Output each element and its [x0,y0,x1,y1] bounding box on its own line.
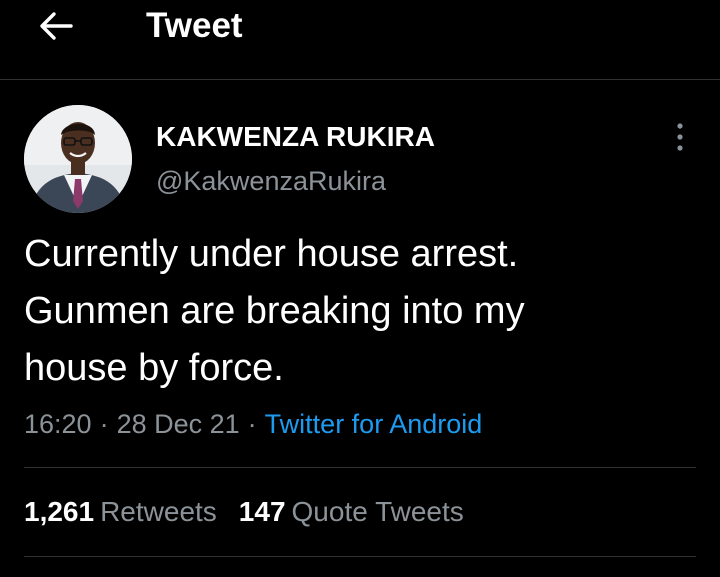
retweets-count: 1,261 [24,496,95,527]
top-bar: Tweet [0,0,720,80]
retweets-stat[interactable]: 1,261 Retweets [24,496,217,527]
tweet-line: Currently under house arrest. [24,233,519,275]
tweet-stats: 1,261 Retweets 147 Quote Tweets [24,494,486,530]
back-button[interactable] [36,8,76,44]
quote-tweets-label: Quote Tweets [291,496,464,527]
vertical-ellipsis-icon [677,123,683,151]
profile-photo [24,105,132,213]
tweet-source-link[interactable]: Twitter for Android [265,409,483,439]
avatar[interactable] [24,105,132,213]
tweet-date[interactable]: 28 Dec 21 [117,409,240,439]
separator-dot: · [99,409,109,439]
author-display-name[interactable]: KAKWENZA RUKIRA [156,120,435,154]
quote-tweets-stat[interactable]: 147 Quote Tweets [239,496,464,527]
tweet-time[interactable]: 16:20 [24,409,92,439]
divider [24,467,696,468]
author-handle[interactable]: @KakwenzaRukira [156,164,386,198]
separator-dot: · [247,409,257,439]
retweets-label: Retweets [100,496,217,527]
divider [24,556,696,557]
tweet-body: Currently under house arrest. Gunmen are… [24,226,684,397]
page-title: Tweet [146,6,243,45]
arrow-left-icon [40,12,73,40]
tweet-line: house by force. [24,347,284,389]
tweet-line: Gunmen are breaking into my [24,290,525,332]
quote-tweets-count: 147 [238,496,286,527]
tweet-metadata: 16:20 · 28 Dec 21 · Twitter for Android [24,406,482,442]
more-options-button[interactable] [664,120,696,154]
